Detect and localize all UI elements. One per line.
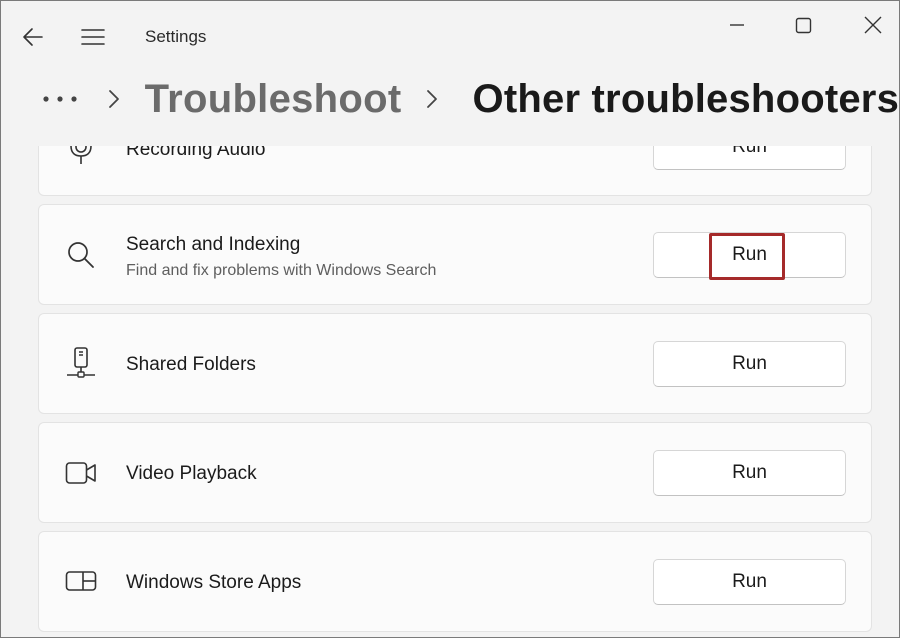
network-drive-icon (65, 347, 97, 380)
close-button[interactable] (839, 7, 899, 43)
chevron-right-icon (420, 84, 445, 114)
maximize-button[interactable] (769, 7, 837, 43)
minimize-icon (730, 24, 744, 26)
page-title: Other troubleshooters (472, 76, 900, 121)
settings-window: Settings Troubleshoot Other troubleshoot… (0, 0, 900, 638)
list-item-search-indexing: Search and Indexing Find and fix problem… (38, 204, 872, 305)
troubleshooter-description: Find and fix problems with Windows Searc… (126, 262, 437, 279)
breadcrumb-parent-link[interactable]: Troubleshoot (145, 77, 402, 122)
breadcrumb: Troubleshoot Other troubleshooters (41, 73, 899, 125)
list-item-recording-audio: Recording Audio Run (38, 146, 872, 196)
hamburger-menu-icon (81, 29, 105, 45)
app-title: Settings (145, 27, 207, 46)
minimize-button[interactable] (703, 7, 771, 43)
video-camera-icon (65, 457, 97, 489)
chevron-right-icon (102, 84, 127, 114)
list-item-shared-folders: Shared Folders Run (38, 313, 872, 414)
run-button-search-indexing[interactable]: Run (653, 232, 846, 278)
troubleshooter-list: Recording Audio Run Search and Indexing … (1, 146, 899, 637)
run-button-shared-folders[interactable]: Run (653, 341, 846, 387)
maximize-icon (795, 17, 811, 33)
store-app-icon (65, 566, 97, 598)
troubleshooter-title: Search and Indexing (126, 234, 301, 255)
more-dots-icon (43, 96, 77, 102)
title-bar: Settings (1, 1, 899, 73)
navigation-menu-button[interactable] (75, 21, 111, 53)
troubleshooter-title: Windows Store Apps (126, 572, 302, 593)
troubleshooter-title: Video Playback (126, 463, 257, 484)
run-button-windows-store-apps[interactable]: Run (653, 559, 846, 605)
troubleshooter-title: Shared Folders (126, 354, 256, 375)
search-icon (65, 239, 97, 271)
back-arrow-icon (23, 28, 43, 46)
close-icon (864, 16, 882, 34)
run-button-video-playback[interactable]: Run (653, 450, 846, 496)
breadcrumb-more-button[interactable] (41, 84, 80, 114)
run-button-recording-audio[interactable]: Run (653, 146, 846, 170)
microphone-icon (65, 146, 97, 171)
back-button[interactable] (15, 21, 51, 53)
list-item-windows-store-apps: Windows Store Apps Run (38, 531, 872, 632)
troubleshooter-title: Recording Audio (126, 146, 266, 160)
list-item-video-playback: Video Playback Run (38, 422, 872, 523)
